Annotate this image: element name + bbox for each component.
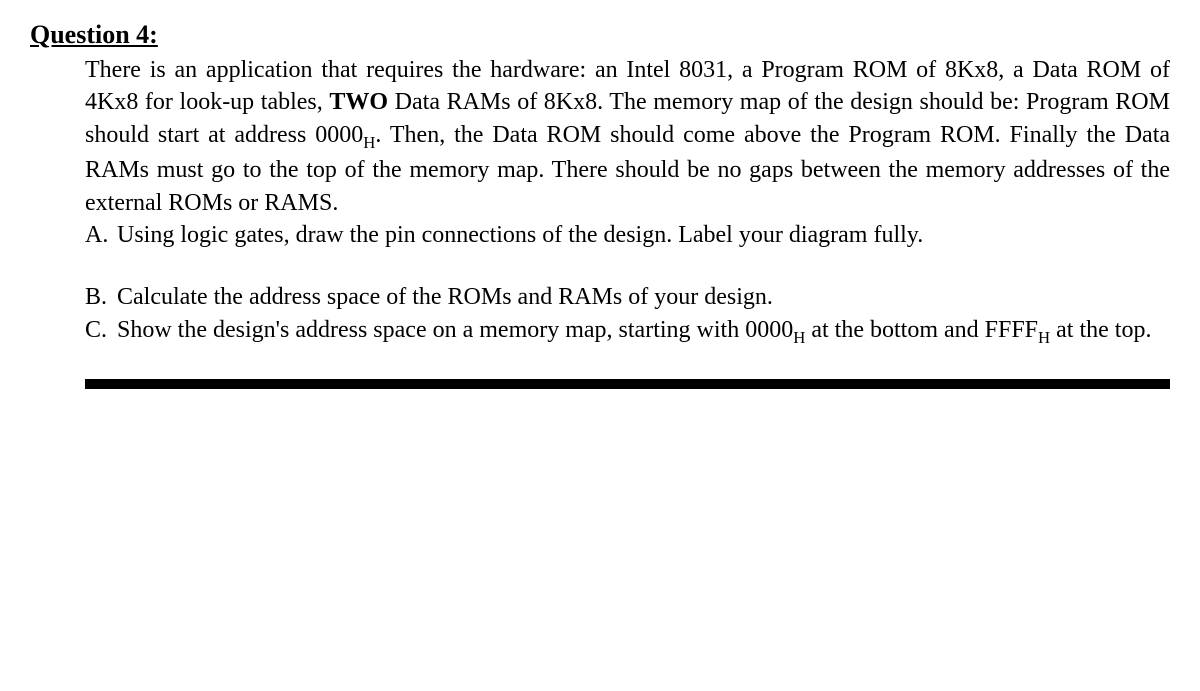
item-c-content: Show the design's address space on a mem…: [117, 314, 1170, 349]
item-c-sub-1: H: [793, 328, 805, 347]
gap: [30, 251, 1170, 281]
horizontal-separator: [85, 379, 1170, 389]
item-b-letter: B.: [85, 281, 117, 313]
item-c: C. Show the design's address space on a …: [85, 314, 1170, 349]
intro-paragraph: There is an application that requires th…: [85, 54, 1170, 219]
item-c-text-1: Show the design's address space on a mem…: [117, 317, 793, 343]
item-c-text-3: at the top.: [1050, 317, 1151, 343]
item-a: A. Using logic gates, draw the pin conne…: [85, 219, 1170, 251]
item-c-letter: C.: [85, 314, 117, 349]
item-b-text: Calculate the address space of the ROMs …: [117, 281, 1170, 313]
item-b: B. Calculate the address space of the RO…: [85, 281, 1170, 313]
item-c-text-2: at the bottom and FFFF: [805, 317, 1038, 343]
intro-bold: TWO: [329, 89, 388, 115]
question-title: Question 4:: [30, 20, 1170, 50]
item-a-letter: A.: [85, 219, 117, 251]
intro-sub-1: H: [363, 133, 375, 152]
item-c-sub-2: H: [1038, 328, 1050, 347]
item-a-text: Using logic gates, draw the pin connecti…: [117, 219, 1170, 251]
